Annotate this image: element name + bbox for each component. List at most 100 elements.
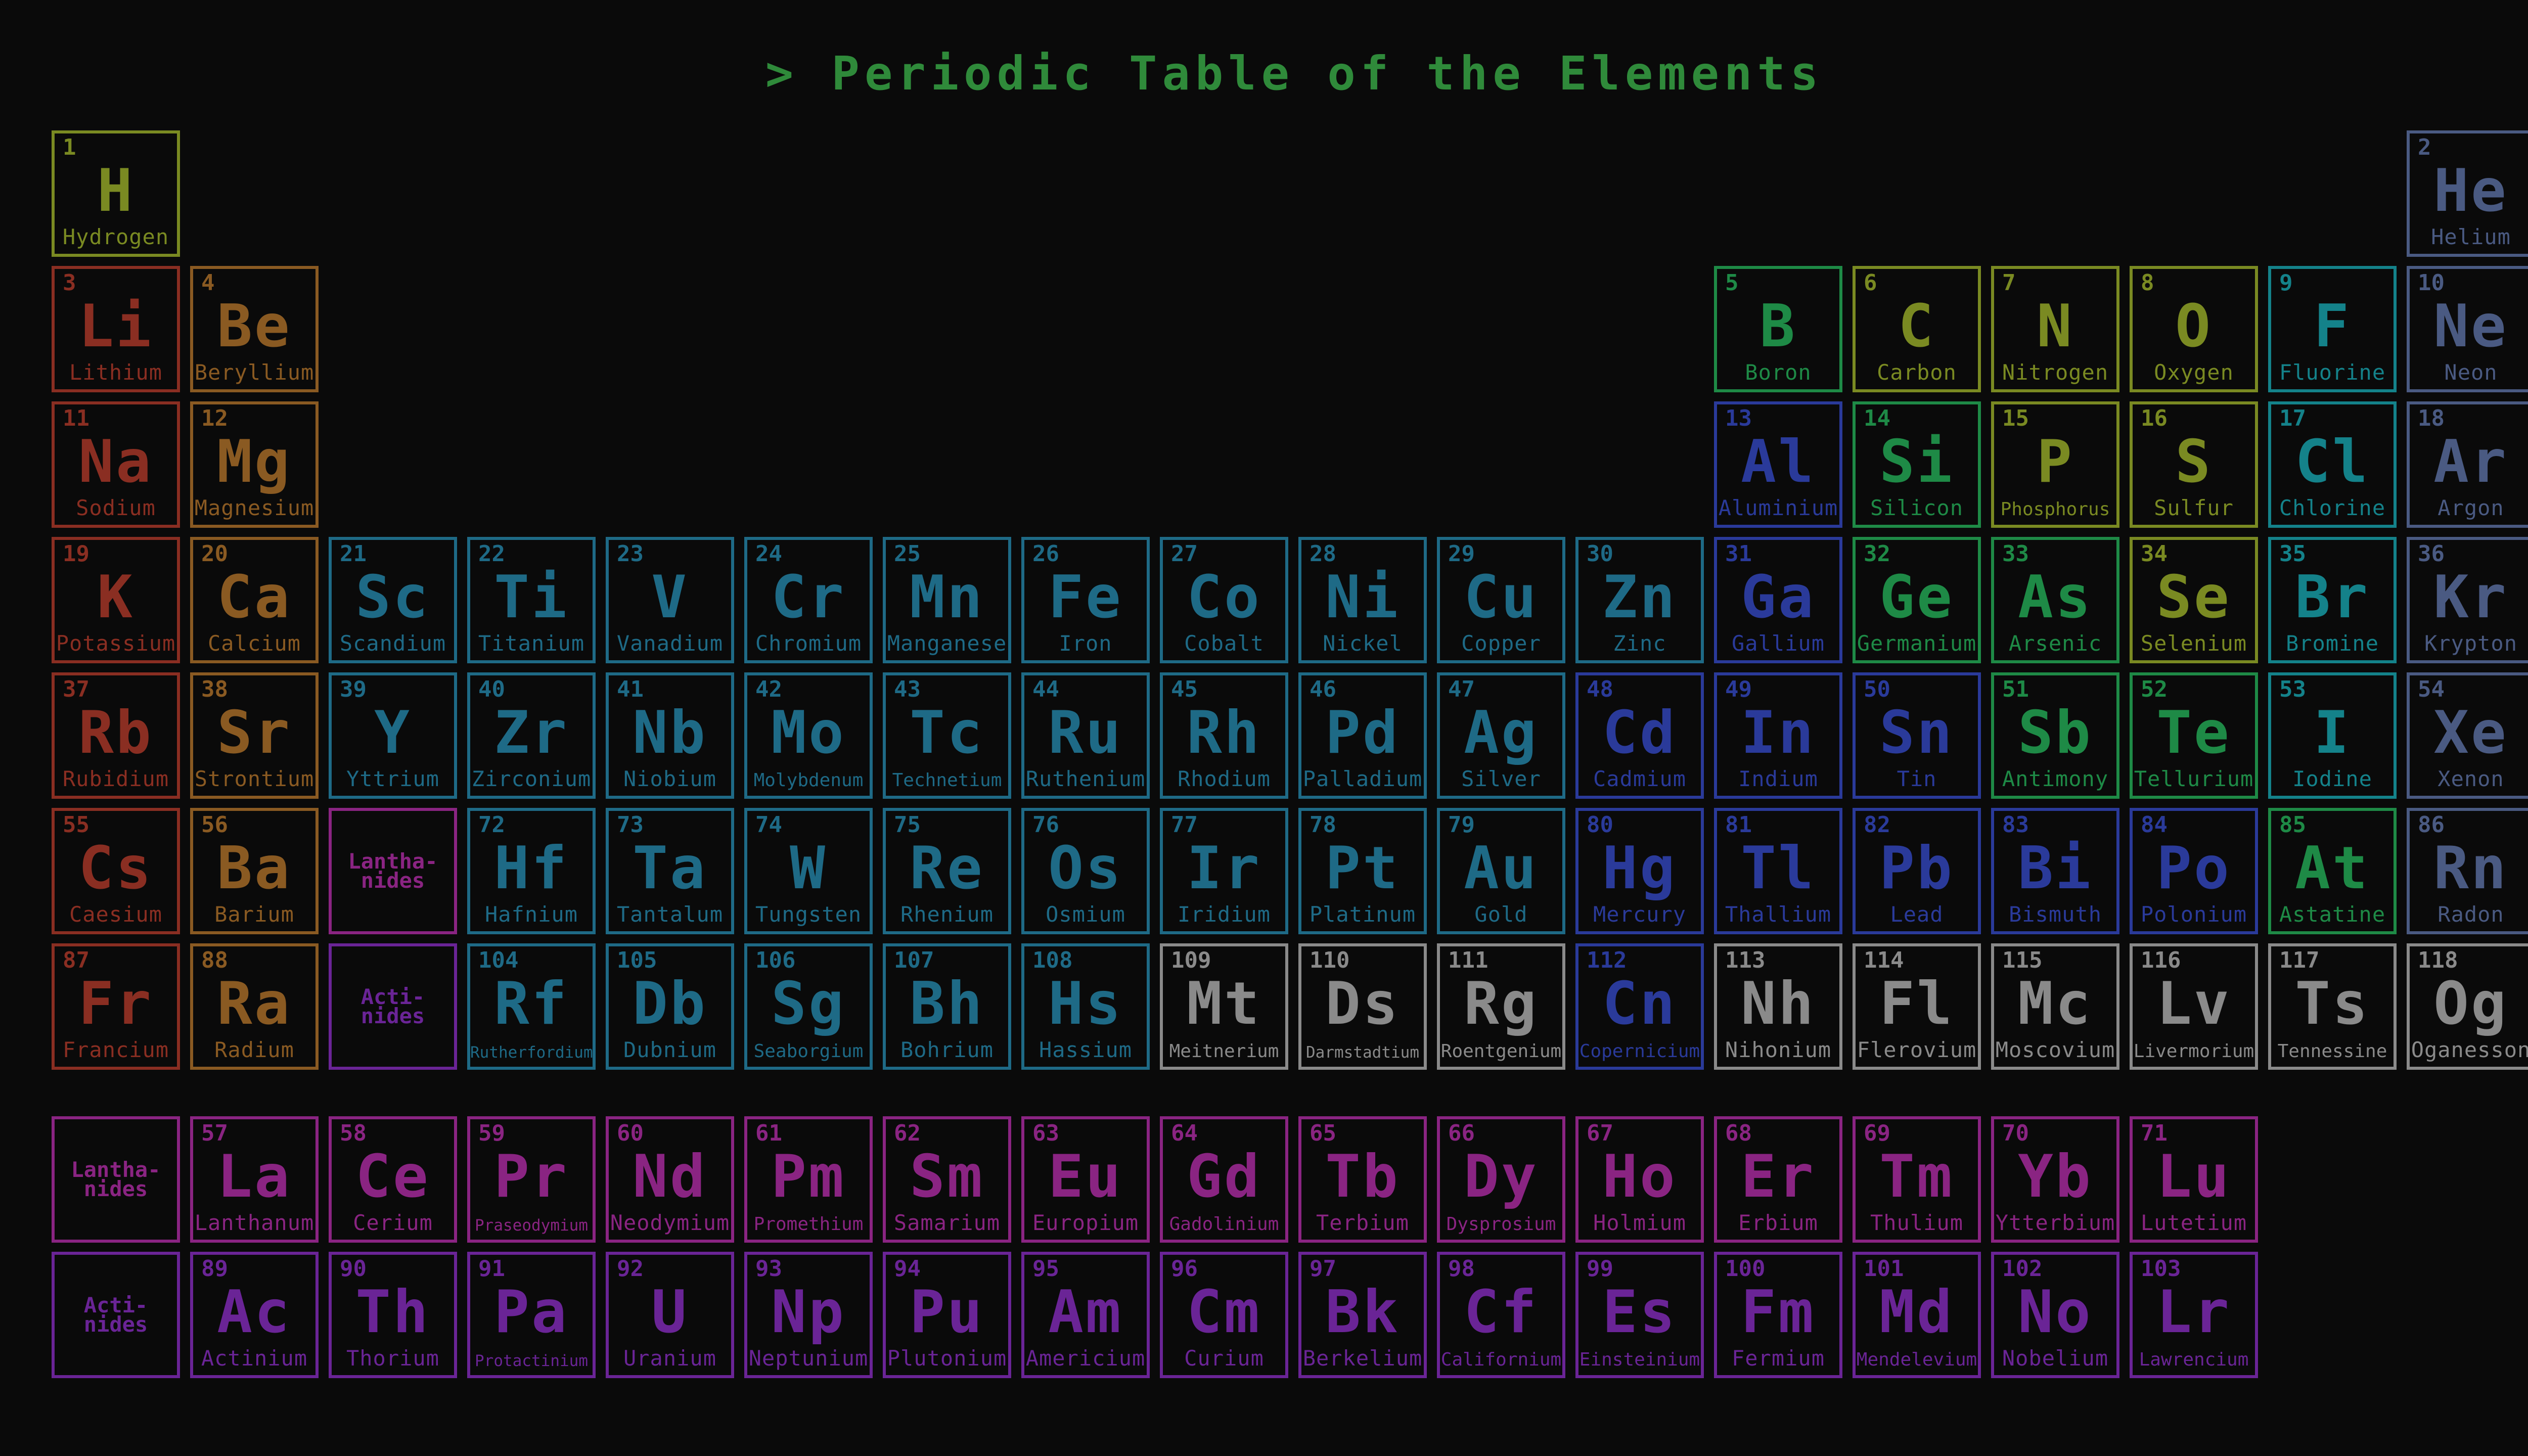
- element-cell-fe[interactable]: 26 Fe Iron: [1021, 537, 1150, 663]
- element-cell-sc[interactable]: 21 Sc Scandium: [329, 537, 457, 663]
- element-cell-co[interactable]: 27 Co Cobalt: [1160, 537, 1288, 663]
- element-cell-db[interactable]: 105 Db Dubnium: [606, 943, 734, 1070]
- element-cell-rh[interactable]: 45 Rh Rhodium: [1160, 672, 1288, 799]
- element-cell-ho[interactable]: 67 Ho Holmium: [1575, 1116, 1704, 1243]
- element-cell-p[interactable]: 15 P Phosphorus: [1991, 401, 2119, 528]
- element-cell-eu[interactable]: 63 Eu Europium: [1021, 1116, 1150, 1243]
- element-cell-cm[interactable]: 96 Cm Curium: [1160, 1252, 1288, 1378]
- element-cell-tl[interactable]: 81 Tl Thallium: [1714, 808, 1842, 934]
- element-cell-ar[interactable]: 18 Ar Argon: [2407, 401, 2528, 528]
- element-cell-rn[interactable]: 86 Rn Radon: [2407, 808, 2528, 934]
- element-cell-cd[interactable]: 48 Cd Cadmium: [1575, 672, 1704, 799]
- element-cell-se[interactable]: 34 Se Selenium: [2130, 537, 2258, 663]
- element-cell-gd[interactable]: 64 Gd Gadolinium: [1160, 1116, 1288, 1243]
- element-cell-cf[interactable]: 98 Cf Californium: [1437, 1252, 1565, 1378]
- element-cell-lv[interactable]: 116 Lv Livermorium: [2130, 943, 2258, 1070]
- element-cell-ds[interactable]: 110 Ds Darmstadtium: [1298, 943, 1427, 1070]
- element-cell-s[interactable]: 16 S Sulfur: [2130, 401, 2258, 528]
- element-cell-es[interactable]: 99 Es Einsteinium: [1575, 1252, 1704, 1378]
- element-cell-v[interactable]: 23 V Vanadium: [606, 537, 734, 663]
- element-cell-cl[interactable]: 17 Cl Chlorine: [2268, 401, 2397, 528]
- element-cell-lu[interactable]: 71 Lu Lutetium: [2130, 1116, 2258, 1243]
- element-cell-re[interactable]: 75 Re Rhenium: [883, 808, 1011, 934]
- element-cell-hf[interactable]: 72 Hf Hafnium: [467, 808, 596, 934]
- element-cell-og[interactable]: 118 Og Oganesson: [2407, 943, 2528, 1070]
- element-cell-hg[interactable]: 80 Hg Mercury: [1575, 808, 1704, 934]
- element-cell-no[interactable]: 102 No Nobelium: [1991, 1252, 2119, 1378]
- element-cell-br[interactable]: 35 Br Bromine: [2268, 537, 2397, 663]
- lanthanides-placeholder[interactable]: Lantha- nides: [329, 808, 457, 934]
- element-cell-rf[interactable]: 104 Rf Rutherfordium: [467, 943, 596, 1070]
- element-cell-sb[interactable]: 51 Sb Antimony: [1991, 672, 2119, 799]
- element-cell-fr[interactable]: 87 Fr Francium: [52, 943, 180, 1070]
- element-cell-pb[interactable]: 82 Pb Lead: [1853, 808, 1981, 934]
- element-cell-pt[interactable]: 78 Pt Platinum: [1298, 808, 1427, 934]
- element-cell-mo[interactable]: 42 Mo Molybdenum: [744, 672, 873, 799]
- element-cell-pm[interactable]: 61 Pm Promethium: [744, 1116, 873, 1243]
- element-cell-ge[interactable]: 32 Ge Germanium: [1853, 537, 1981, 663]
- element-cell-tc[interactable]: 43 Tc Technetium: [883, 672, 1011, 799]
- element-cell-nb[interactable]: 41 Nb Niobium: [606, 672, 734, 799]
- element-cell-sm[interactable]: 62 Sm Samarium: [883, 1116, 1011, 1243]
- element-cell-bh[interactable]: 107 Bh Bohrium: [883, 943, 1011, 1070]
- element-cell-na[interactable]: 11 Na Sodium: [52, 401, 180, 528]
- element-cell-be[interactable]: 4 Be Beryllium: [190, 266, 319, 392]
- element-cell-pu[interactable]: 94 Pu Plutonium: [883, 1252, 1011, 1378]
- element-cell-la[interactable]: 57 La Lanthanum: [190, 1116, 319, 1243]
- element-cell-fm[interactable]: 100 Fm Fermium: [1714, 1252, 1842, 1378]
- element-cell-ts[interactable]: 117 Ts Tennessine: [2268, 943, 2397, 1070]
- element-cell-ra[interactable]: 88 Ra Radium: [190, 943, 319, 1070]
- element-cell-pr[interactable]: 59 Pr Praseodymium: [467, 1116, 596, 1243]
- element-cell-te[interactable]: 52 Te Tellurium: [2130, 672, 2258, 799]
- element-cell-sn[interactable]: 50 Sn Tin: [1853, 672, 1981, 799]
- element-cell-md[interactable]: 101 Md Mendelevium: [1853, 1252, 1981, 1378]
- element-cell-u[interactable]: 92 U Uranium: [606, 1252, 734, 1378]
- actinides-placeholder[interactable]: Acti- nides: [329, 943, 457, 1070]
- element-cell-n[interactable]: 7 N Nitrogen: [1991, 266, 2119, 392]
- element-cell-yb[interactable]: 70 Yb Ytterbium: [1991, 1116, 2119, 1243]
- element-cell-pd[interactable]: 46 Pd Palladium: [1298, 672, 1427, 799]
- element-cell-he[interactable]: 2 He Helium: [2407, 130, 2528, 257]
- element-cell-ru[interactable]: 44 Ru Ruthenium: [1021, 672, 1150, 799]
- element-cell-tm[interactable]: 69 Tm Thulium: [1853, 1116, 1981, 1243]
- element-cell-os[interactable]: 76 Os Osmium: [1021, 808, 1150, 934]
- element-cell-ag[interactable]: 47 Ag Silver: [1437, 672, 1565, 799]
- element-cell-sg[interactable]: 106 Sg Seaborgium: [744, 943, 873, 1070]
- element-cell-ca[interactable]: 20 Ca Calcium: [190, 537, 319, 663]
- element-cell-sr[interactable]: 38 Sr Strontium: [190, 672, 319, 799]
- element-cell-w[interactable]: 74 W Tungsten: [744, 808, 873, 934]
- element-cell-ce[interactable]: 58 Ce Cerium: [329, 1116, 457, 1243]
- element-cell-ta[interactable]: 73 Ta Tantalum: [606, 808, 734, 934]
- element-cell-ti[interactable]: 22 Ti Titanium: [467, 537, 596, 663]
- element-cell-ga[interactable]: 31 Ga Gallium: [1714, 537, 1842, 663]
- element-cell-al[interactable]: 13 Al Aluminium: [1714, 401, 1842, 528]
- element-cell-bi[interactable]: 83 Bi Bismuth: [1991, 808, 2119, 934]
- element-cell-ir[interactable]: 77 Ir Iridium: [1160, 808, 1288, 934]
- element-cell-cs[interactable]: 55 Cs Caesium: [52, 808, 180, 934]
- element-cell-po[interactable]: 84 Po Polonium: [2130, 808, 2258, 934]
- element-cell-c[interactable]: 6 C Carbon: [1853, 266, 1981, 392]
- element-cell-zr[interactable]: 40 Zr Zirconium: [467, 672, 596, 799]
- element-cell-o[interactable]: 8 O Oxygen: [2130, 266, 2258, 392]
- element-cell-au[interactable]: 79 Au Gold: [1437, 808, 1565, 934]
- element-cell-dy[interactable]: 66 Dy Dysprosium: [1437, 1116, 1565, 1243]
- element-cell-fl[interactable]: 114 Fl Flerovium: [1853, 943, 1981, 1070]
- element-cell-si[interactable]: 14 Si Silicon: [1853, 401, 1981, 528]
- element-cell-cn[interactable]: 112 Cn Copernicium: [1575, 943, 1704, 1070]
- element-cell-ni[interactable]: 28 Ni Nickel: [1298, 537, 1427, 663]
- element-cell-mg[interactable]: 12 Mg Magnesium: [190, 401, 319, 528]
- element-cell-xe[interactable]: 54 Xe Xenon: [2407, 672, 2528, 799]
- element-cell-nd[interactable]: 60 Nd Neodymium: [606, 1116, 734, 1243]
- element-cell-cr[interactable]: 24 Cr Chromium: [744, 537, 873, 663]
- element-cell-i[interactable]: 53 I Iodine: [2268, 672, 2397, 799]
- element-cell-mn[interactable]: 25 Mn Manganese: [883, 537, 1011, 663]
- element-cell-am[interactable]: 95 Am Americium: [1021, 1252, 1150, 1378]
- element-cell-nh[interactable]: 113 Nh Nihonium: [1714, 943, 1842, 1070]
- element-cell-ac[interactable]: 89 Ac Actinium: [190, 1252, 319, 1378]
- element-cell-mc[interactable]: 115 Mc Moscovium: [1991, 943, 2119, 1070]
- element-cell-b[interactable]: 5 B Boron: [1714, 266, 1842, 392]
- element-cell-y[interactable]: 39 Y Yttrium: [329, 672, 457, 799]
- element-cell-pa[interactable]: 91 Pa Protactinium: [467, 1252, 596, 1378]
- element-cell-tb[interactable]: 65 Tb Terbium: [1298, 1116, 1427, 1243]
- element-cell-lr[interactable]: 103 Lr Lawrencium: [2130, 1252, 2258, 1378]
